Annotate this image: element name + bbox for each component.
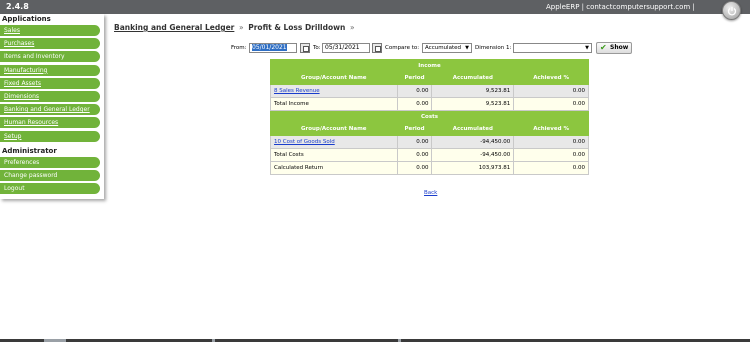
accumulated-cell: -94,450.00 xyxy=(431,135,515,149)
accumulated-cell: 9,523.81 xyxy=(431,84,515,98)
logout-button[interactable] xyxy=(722,1,741,20)
applications-title: Applications xyxy=(2,15,51,23)
breadcrumb-separator: » xyxy=(350,23,355,32)
breadcrumb-separator: » xyxy=(239,23,244,32)
top-bar: 2.4.8 AppleERP | contactcomputersupport.… xyxy=(0,0,750,14)
account-link[interactable]: 8 Sales Revenue xyxy=(270,84,398,98)
column-header-row: Group/Account Name Period Accumulated Ac… xyxy=(270,122,589,136)
accumulated-cell: -94,450.00 xyxy=(431,148,515,162)
to-label: To: xyxy=(313,45,321,51)
column-header: Period xyxy=(396,71,433,85)
sidebar-item-label: Fixed Assets xyxy=(4,79,41,87)
to-date-value: 05/31/2021 xyxy=(325,44,360,51)
calculated-return-row: Calculated Return 0.00 103,973.81 0.00 xyxy=(270,161,589,175)
profit-loss-table: Income Group/Account Name Period Accumul… xyxy=(270,59,589,175)
sidebar-item-setup[interactable]: Setup xyxy=(0,130,100,142)
calendar-icon[interactable] xyxy=(372,43,382,53)
column-header: Accumulated xyxy=(431,122,515,136)
achieved-cell: 0.00 xyxy=(513,97,589,111)
column-header: Achieved % xyxy=(513,122,589,136)
account-link-text[interactable]: 8 Sales Revenue xyxy=(274,88,320,94)
section-header-costs: Costs xyxy=(270,110,589,123)
administrator-title: Administrator xyxy=(2,147,57,155)
sidebar-item-label: Logout xyxy=(4,185,25,193)
compare-select-value: Accumulated xyxy=(425,45,461,51)
row-label: Total Costs xyxy=(270,148,398,162)
column-header: Accumulated xyxy=(431,71,515,85)
section-header-income: Income xyxy=(270,59,589,72)
sidebar-item-banking-gl[interactable]: Banking and General Ledger xyxy=(0,104,100,116)
chevron-down-icon: ▼ xyxy=(465,45,469,51)
period-cell: 0.00 xyxy=(396,135,433,149)
dimension-select[interactable]: ▼ xyxy=(513,43,592,53)
from-date-value: 05/01/2021 xyxy=(252,44,287,51)
achieved-cell: 0.00 xyxy=(513,135,589,149)
filter-bar: From: 05/01/2021 To: 05/31/2021 Compare … xyxy=(0,42,750,56)
column-header: Group/Account Name xyxy=(270,122,398,136)
column-header: Period xyxy=(396,122,433,136)
account-link[interactable]: 10 Cost of Goods Sold xyxy=(270,135,398,149)
table-row: 10 Cost of Goods Sold 0.00 -94,450.00 0.… xyxy=(270,135,589,149)
accumulated-cell: 103,973.81 xyxy=(431,161,515,175)
sidebar-item-logout[interactable]: Logout xyxy=(0,183,100,195)
accumulated-cell: 9,523.81 xyxy=(431,97,515,111)
breadcrumb-parent-link[interactable]: Banking and General Ledger xyxy=(114,23,234,32)
brand-line: AppleERP | contactcomputersupport.com | xyxy=(546,3,695,11)
achieved-cell: 0.00 xyxy=(513,148,589,162)
sidebar-item-change-password[interactable]: Change password xyxy=(0,170,100,182)
page-title: Profit & Loss Drilldown xyxy=(248,23,346,32)
sidebar-item-preferences[interactable]: Preferences xyxy=(0,157,100,168)
back-link[interactable]: Back xyxy=(424,190,437,196)
sidebar-item-fixed-assets[interactable]: Fixed Assets xyxy=(0,77,100,89)
period-cell: 0.00 xyxy=(396,84,433,98)
sidebar-item-label: Banking and General Ledger xyxy=(4,106,90,114)
period-cell: 0.00 xyxy=(396,161,433,175)
sidebar-item-sales[interactable]: Sales xyxy=(0,25,100,36)
row-label: Calculated Return xyxy=(270,161,398,175)
app-version: 2.4.8 xyxy=(6,2,29,11)
from-date-input[interactable]: 05/01/2021 xyxy=(249,43,297,53)
sidebar-item-label: Setup xyxy=(4,132,22,140)
compare-label: Compare to: xyxy=(385,45,420,51)
column-header: Achieved % xyxy=(513,71,589,85)
show-button[interactable]: ✔ Show xyxy=(596,42,633,54)
period-cell: 0.00 xyxy=(396,148,433,162)
administrator-menu: Preferences Change password Logout xyxy=(0,157,100,197)
calendar-icon[interactable] xyxy=(300,43,310,53)
column-header-row: Group/Account Name Period Accumulated Ac… xyxy=(270,71,589,85)
show-button-label: Show xyxy=(610,44,629,51)
table-row: 8 Sales Revenue 0.00 9,523.81 0.00 xyxy=(270,84,589,98)
achieved-cell: 0.00 xyxy=(513,161,589,175)
sidebar-item-label: Change password xyxy=(4,172,58,180)
sidebar-item-manufacturing[interactable]: Manufacturing xyxy=(0,64,100,76)
sidebar-item-label: Dimensions xyxy=(4,92,40,100)
column-header: Group/Account Name xyxy=(270,71,398,85)
sidebar-item-label: Sales xyxy=(4,27,20,34)
account-link-text[interactable]: 10 Cost of Goods Sold xyxy=(274,139,335,145)
check-icon: ✔ xyxy=(600,43,607,52)
sidebar-item-human-resources[interactable]: Human Resources xyxy=(0,117,100,129)
total-costs-row: Total Costs 0.00 -94,450.00 0.00 xyxy=(270,148,589,162)
to-date-input[interactable]: 05/31/2021 xyxy=(322,43,370,53)
period-cell: 0.00 xyxy=(396,97,433,111)
power-icon xyxy=(727,6,737,16)
sidebar-item-dimensions[interactable]: Dimensions xyxy=(0,90,100,102)
sidebar-item-label: Manufacturing xyxy=(4,66,48,74)
dimension-label: Dimension 1: xyxy=(475,45,512,51)
achieved-cell: 0.00 xyxy=(513,84,589,98)
chevron-down-icon: ▼ xyxy=(585,45,589,51)
total-income-row: Total Income 0.00 9,523.81 0.00 xyxy=(270,97,589,111)
from-label: From: xyxy=(231,45,247,51)
sidebar-item-label: Preferences xyxy=(4,159,40,166)
compare-select[interactable]: Accumulated ▼ xyxy=(422,43,472,53)
section-title: Income xyxy=(270,59,589,72)
sidebar-item-label: Human Resources xyxy=(4,119,59,127)
breadcrumb: Banking and General Ledger » Profit & Lo… xyxy=(114,23,357,32)
row-label: Total Income xyxy=(270,97,398,111)
section-title: Costs xyxy=(270,110,589,123)
